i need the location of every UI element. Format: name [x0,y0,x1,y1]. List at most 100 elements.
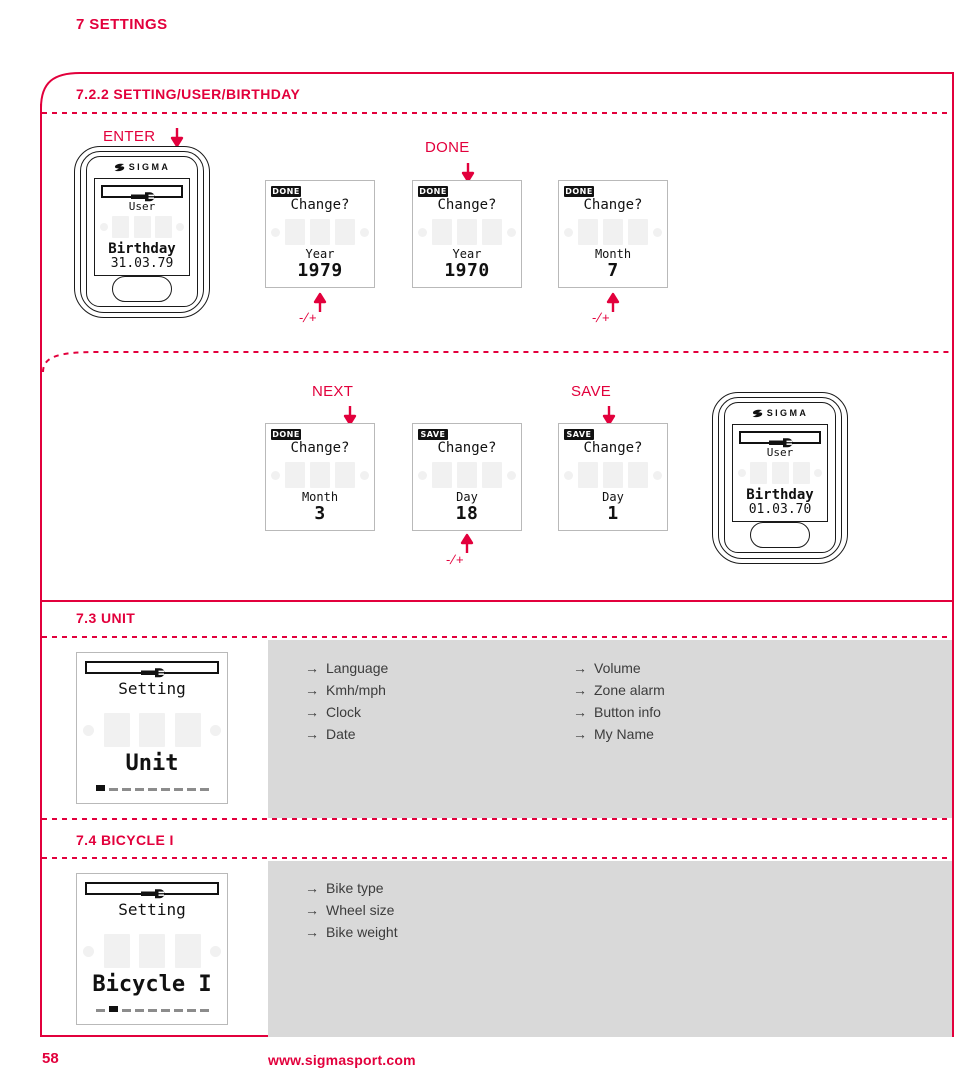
progress-dash [160,1009,170,1012]
lcd-top-bar [739,431,821,448]
lcd-top-bar [101,185,183,202]
lcd-ghost-segments [413,219,521,245]
progress-dash [173,788,183,791]
rule-unit-top [42,600,952,602]
lcd-top-bar [85,882,219,899]
progress-dash [199,788,209,791]
arrow-right-icon: → [305,682,319,698]
list-item-label: Zone alarm [594,682,665,698]
lcd-ghost-segments [266,462,374,488]
sigma-logo: SIGMA [74,162,210,172]
progress-dash [134,1009,144,1012]
ghost-dot [564,227,573,237]
ghost-digit [112,216,130,238]
ghost-digit [628,219,648,245]
progress-dash-active [108,1006,118,1012]
lcd-caption: Month [301,490,339,504]
lcd-subtitle-start: User [128,200,156,213]
lcd-ghost-segments [95,216,189,238]
list-item-label: My Name [594,726,654,742]
lcd-badge: DONE [271,429,301,440]
lcd-caption: Month [594,247,632,261]
list-item-label: Clock [326,704,362,720]
ghost-dot [360,470,369,480]
ghost-dot [418,470,427,480]
lcd-question: Change? [290,440,350,456]
lcd-badge: DONE [418,186,448,197]
list-item: → Bike weight [305,921,398,943]
progress-dash [199,1009,209,1012]
ghost-digit [457,462,477,488]
lcd-ghost-segments [559,219,667,245]
ghost-digit [335,219,355,245]
lcd-title-end: Birthday [746,487,814,503]
ghost-digit [174,713,201,747]
ghost-dot [418,227,427,237]
arrow-right-icon: → [305,902,319,918]
list-item: → Clock [305,701,388,723]
device-button[interactable] [750,522,810,548]
sigma-wordmark: SIGMA [128,162,171,172]
lcd-ghost-segments [413,462,521,488]
ghost-digit [310,219,330,245]
lcd-value: 18 [455,503,479,524]
progress-dash-active [95,785,105,791]
arrow-right-icon: → [573,660,587,676]
ghost-dot [653,470,662,480]
ghost-dot [507,470,516,480]
lcd-value: 1979 [297,260,343,281]
list-item: → Wheel size [305,899,398,921]
ghost-dot [360,227,369,237]
flow-label-next: NEXT [312,383,354,400]
ghost-digit [285,219,305,245]
list-item: → Bike type [305,877,398,899]
ghost-digit [603,219,623,245]
device-illustration-end: SIGMA User Birthday 01.03.70 [712,392,848,564]
lcd-ghost-segments [559,462,667,488]
ghost-digit [771,462,789,484]
ghost-digit [432,462,452,488]
lcd-ghost-segments [77,713,227,747]
bicycle-items-col1: → Bike type → Wheel size → Bike weight [305,877,398,943]
lcd-value-start: 31.03.79 [110,256,174,271]
arrow-right-icon: → [573,726,587,742]
lcd-screen-setting-bicycle: Setting Bicycle I [76,873,228,1025]
lcd-question: Change? [437,197,497,213]
lcd-screen-month-7: DONE Change? Month 7 [558,180,668,288]
device-button[interactable] [112,276,172,302]
ghost-dot [83,945,94,957]
list-item: → Volume [573,657,665,679]
list-item: → Button info [573,701,665,723]
ghost-digit [578,462,598,488]
ghost-digit [792,462,810,484]
arrow-down-icon-enter [170,128,184,148]
lcd-ghost-segments [77,934,227,968]
progress-dash [95,1009,105,1012]
adjust-label-1: -/+ [299,310,317,325]
lcd-ghost-segments [266,219,374,245]
ghost-digit [103,713,130,747]
chapter-title: 7 SETTINGS [76,16,168,33]
progress-dash [108,788,118,791]
lcd-caption: Day [602,490,624,504]
ghost-digit [482,219,502,245]
flow-label-done-row1: DONE [425,139,470,156]
ghost-digit [285,462,305,488]
lcd-screen-day-1: SAVE Change? Day 1 [558,423,668,531]
lcd-screen-day-18: SAVE Change? Day 18 [412,423,522,531]
lcd-badge: SAVE [564,429,594,440]
progress-dash [160,788,170,791]
lcd-screen-setting-unit: Setting Unit [76,652,228,804]
lcd-caption: Year [305,247,335,261]
lcd-value: 3 [314,503,326,524]
lcd-question: Change? [437,440,497,456]
ghost-digit [310,462,330,488]
section-heading-bicycle: 7.4 BICYCLE I [76,832,174,848]
lcd-question: Change? [290,197,350,213]
progress-dash [173,1009,183,1012]
progress-dash [121,1009,131,1012]
rule-bicycle-top [42,818,952,820]
arrow-right-icon: → [573,704,587,720]
arrow-right-icon: → [573,682,587,698]
manual-page: 7 SETTINGS 7.2.2 SETTING/USER/BIRTHDAY E… [0,0,954,1091]
